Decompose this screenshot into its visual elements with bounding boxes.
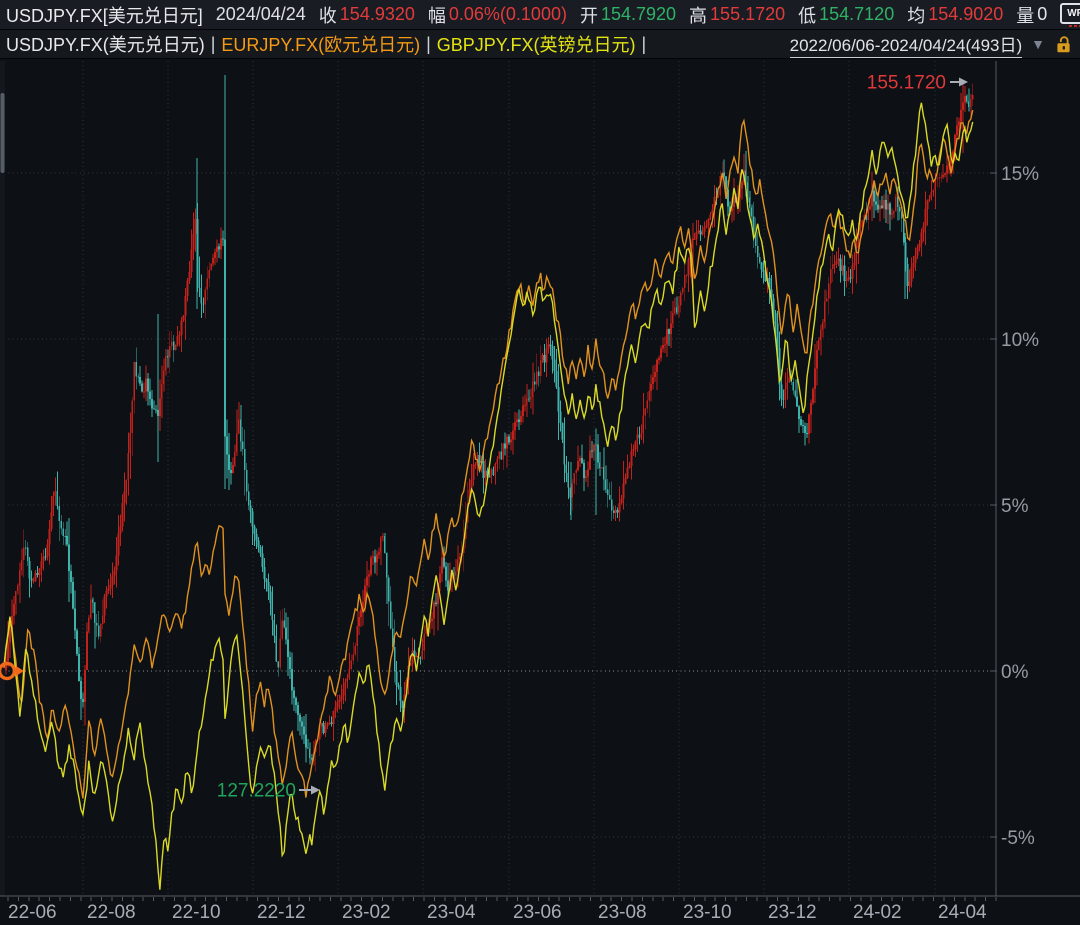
left-scrollbar[interactable] — [0, 61, 5, 896]
chevron-down-icon[interactable]: ▼ — [1031, 36, 1045, 52]
svg-text:155.1720: 155.1720 — [867, 73, 946, 94]
legend-separator: | — [210, 33, 216, 54]
legend-separator: | — [641, 33, 647, 54]
svg-text:22-06: 22-06 — [8, 902, 57, 923]
legend-separator: | — [426, 33, 431, 54]
legend-item-eurjpy[interactable]: EURJPY.FX(欧元兑日元) — [221, 31, 420, 57]
unlock-icon[interactable] — [1054, 35, 1074, 54]
svg-text:24-02: 24-02 — [853, 902, 902, 923]
date-range-selector[interactable]: 2022/06/06-2024/04/24(493日) — [789, 31, 1023, 58]
price-annotations: 155.1720 127.2220 — [217, 73, 968, 802]
svg-text:24-04: 24-04 — [938, 902, 987, 923]
symbol-title[interactable]: USDJPY.FX[美元兑日元] — [6, 2, 203, 28]
legend-item-gbpjpy[interactable]: GBPJPY.FX(英镑兑日元) — [437, 31, 636, 57]
svg-text:23-10: 23-10 — [683, 902, 732, 923]
svg-text:23-04: 23-04 — [427, 902, 476, 923]
quote-field-low: 低 154.7120 — [798, 4, 895, 26]
svg-text:-5%: -5% — [1001, 828, 1035, 849]
quote-field-close: 收 154.9320 — [318, 4, 415, 26]
svg-text:23-02: 23-02 — [342, 902, 391, 923]
svg-text:10%: 10% — [1001, 330, 1039, 351]
gridlines — [0, 61, 996, 896]
svg-text:0%: 0% — [1001, 662, 1029, 683]
chart-area: 15% 10% 5% 0% -5% 22-06 22-08 22-10 22-12 23-02 23… — [0, 59, 1080, 925]
quote-date: 2024/04/24 — [215, 4, 306, 24]
quote-field-avg: 均 154.9020 — [907, 4, 1004, 26]
quote-header: USDJPY.FX[美元兑日元] 2024/04/24 收 154.9320 幅0… — [0, 0, 1080, 30]
eurjpy-line-series — [3, 109, 974, 799]
quote-field-volume: 量0 — [1016, 4, 1048, 26]
svg-text:23-08: 23-08 — [598, 902, 647, 923]
svg-text:23-06: 23-06 — [513, 902, 562, 923]
axes-and-labels: 15% 10% 5% 0% -5% 22-06 22-08 22-10 22-12 23-02 23… — [0, 61, 1080, 923]
forex-chart-app: USDJPY.FX[美元兑日元] 2024/04/24 收 154.9320 幅0… — [0, 0, 1080, 925]
legend-item-usdjpy[interactable]: USDJPY.FX(美元兑日元) — [6, 31, 205, 57]
svg-text:22-12: 22-12 — [257, 902, 306, 923]
svg-text:15%: 15% — [1001, 164, 1039, 185]
price-chart[interactable]: 15% 10% 5% 0% -5% 22-06 22-08 22-10 22-12 23-02 23… — [0, 59, 1080, 925]
wp-monitor-icon[interactable]: WP — [1060, 2, 1080, 27]
svg-text:5%: 5% — [1001, 496, 1029, 517]
svg-text:22-08: 22-08 — [87, 902, 136, 923]
quote-field-change: 幅 0.06%(0.1000) — [427, 4, 567, 26]
svg-text:22-10: 22-10 — [172, 902, 221, 923]
quote-field-open: 开 154.7920 — [579, 4, 677, 26]
quote-field-high: 高 155.1720 — [689, 4, 786, 26]
series-legend: USDJPY.FX(美元兑日元) | EURJPY.FX(欧元兑日元) | GB… — [0, 30, 1080, 59]
svg-text:127.2220: 127.2220 — [217, 781, 296, 802]
svg-text:23-12: 23-12 — [768, 902, 817, 923]
